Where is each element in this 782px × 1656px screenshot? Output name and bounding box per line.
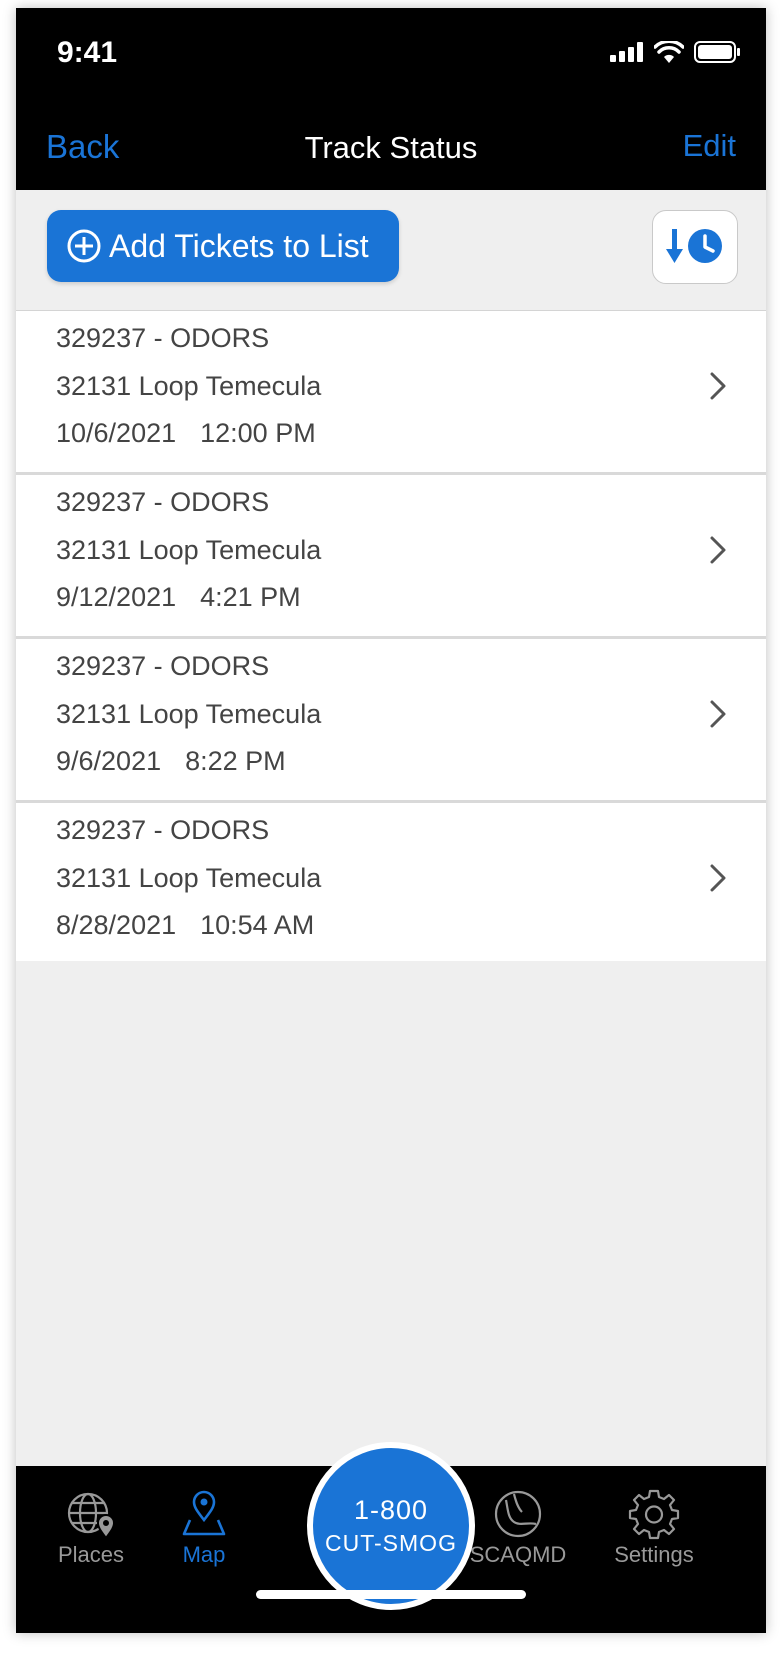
ticket-address: 32131 Loop Temecula <box>56 863 322 893</box>
tab-places-label: Places <box>57 1542 125 1567</box>
scaqmd-logo-icon <box>494 1490 542 1538</box>
status-icons <box>610 41 740 63</box>
edit-button[interactable]: Edit <box>683 128 736 164</box>
ticket-datetime: 9/6/2021 8:22 PM <box>56 746 286 777</box>
list-item[interactable]: 329237 - ODORS 32131 Loop Temecula 9/12/… <box>16 475 766 639</box>
add-tickets-label: Add Tickets to List <box>109 227 369 264</box>
ticket-time: 8:22 PM <box>185 746 286 776</box>
status-bar: 9:41 <box>16 8 766 103</box>
tab-scaqmd[interactable]: SCAQMD <box>458 1488 578 1568</box>
ticket-title: 329237 - ODORS <box>56 487 270 517</box>
tab-map[interactable]: Map <box>144 1488 264 1568</box>
list-item[interactable]: 329237 - ODORS 32131 Loop Temecula 8/28/… <box>16 803 766 961</box>
ticket-title: 329237 - ODORS <box>56 323 270 353</box>
tab-scaqmd-label: SCAQMD <box>469 1542 567 1567</box>
tab-places[interactable]: Places <box>31 1488 151 1568</box>
ticket-datetime: 8/28/2021 10:54 AM <box>56 910 314 941</box>
list-item[interactable]: 329237 - ODORS 32131 Loop Temecula 10/6/… <box>16 311 766 475</box>
gear-icon <box>628 1489 680 1540</box>
ticket-date: 9/12/2021 <box>56 582 177 612</box>
cellular-signal-icon <box>610 42 643 62</box>
ticket-time: 12:00 PM <box>200 418 316 448</box>
ticket-date: 10/6/2021 <box>56 418 177 448</box>
page-title: Track Status <box>304 130 478 165</box>
tab-bar: Places Map 1-800 CUT-SMOG SCAQMD Setting… <box>16 1442 766 1633</box>
call-button-number: 1-800 <box>353 1495 429 1525</box>
chevron-right-icon <box>710 536 726 564</box>
map-pin-icon <box>182 1490 226 1536</box>
ticket-address: 32131 Loop Temecula <box>56 699 322 729</box>
status-time: 9:41 <box>57 36 118 69</box>
ticket-title: 329237 - ODORS <box>56 815 270 845</box>
ticket-datetime: 10/6/2021 12:00 PM <box>56 418 316 449</box>
sort-by-time-button[interactable] <box>652 210 738 284</box>
phone-screen: 9:41 Back Track Status Edit Add Tickets … <box>16 8 766 1633</box>
ticket-time: 4:21 PM <box>200 582 301 612</box>
chevron-right-icon <box>710 864 726 892</box>
ticket-date: 8/28/2021 <box>56 910 177 940</box>
chevron-right-icon <box>710 700 726 728</box>
plus-circle-icon <box>67 229 101 263</box>
add-tickets-button[interactable]: Add Tickets to List <box>47 210 399 282</box>
ticket-list: 329237 - ODORS 32131 Loop Temecula 10/6/… <box>16 311 766 961</box>
call-button-label: CUT-SMOG <box>325 1530 457 1556</box>
ticket-address: 32131 Loop Temecula <box>56 371 322 401</box>
wifi-icon <box>654 41 684 63</box>
chevron-right-icon <box>710 372 726 400</box>
ticket-toolbar: Add Tickets to List <box>16 190 766 311</box>
tab-settings[interactable]: Settings <box>594 1488 714 1568</box>
ticket-datetime: 9/12/2021 4:21 PM <box>56 582 301 613</box>
ticket-time: 10:54 AM <box>200 910 315 940</box>
tab-map-label: Map <box>182 1542 226 1567</box>
tab-settings-label: Settings <box>614 1542 694 1567</box>
navigation-bar: Back Track Status Edit <box>16 103 766 190</box>
home-indicator[interactable] <box>256 1590 526 1599</box>
ticket-title: 329237 - ODORS <box>56 651 270 681</box>
call-cut-smog-button[interactable]: 1-800 CUT-SMOG <box>307 1442 475 1610</box>
sort-down-clock-icon <box>666 229 722 263</box>
list-item[interactable]: 329237 - ODORS 32131 Loop Temecula 9/6/2… <box>16 639 766 803</box>
globe-pin-icon <box>67 1492 116 1540</box>
battery-icon <box>694 41 740 63</box>
ticket-address: 32131 Loop Temecula <box>56 535 322 565</box>
ticket-date: 9/6/2021 <box>56 746 162 776</box>
